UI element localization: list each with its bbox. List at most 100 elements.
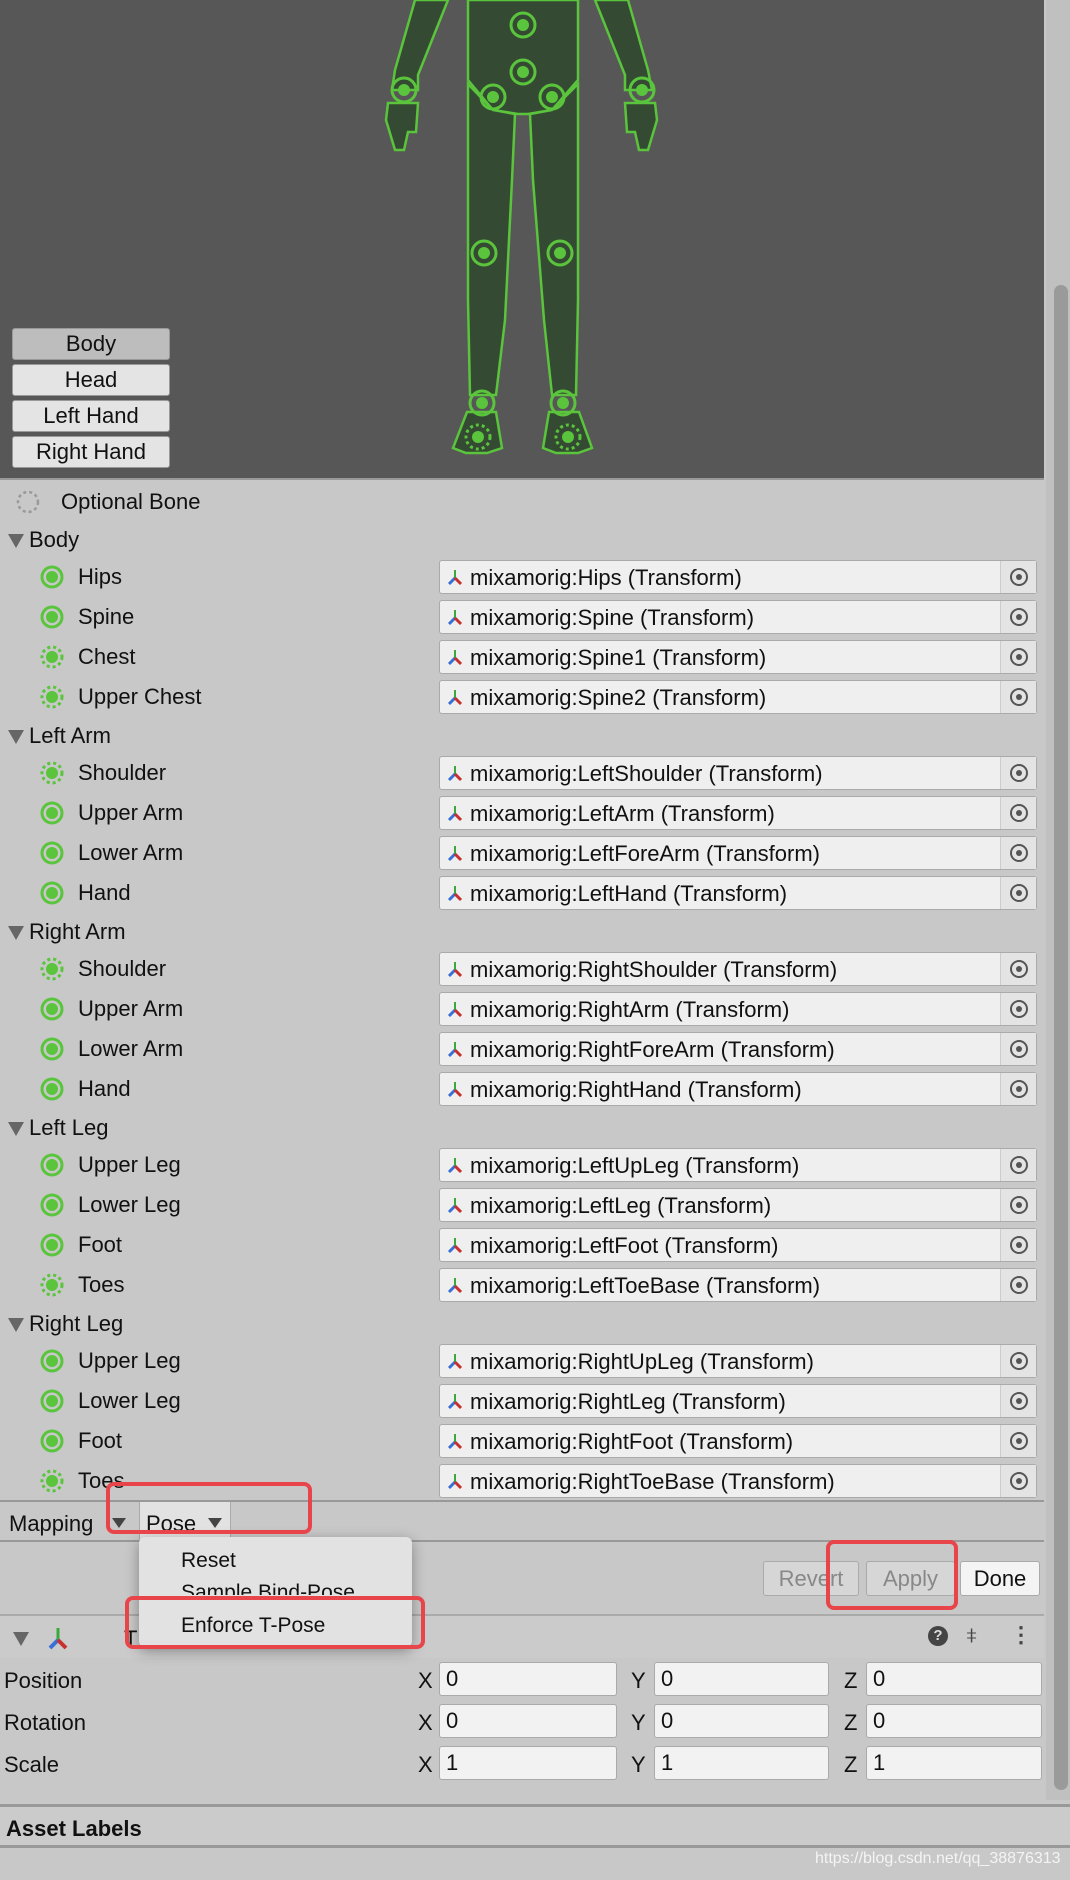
object-picker-icon[interactable] [1000,601,1036,633]
object-picker-icon[interactable] [1000,1229,1036,1261]
object-picker-icon[interactable] [1000,993,1036,1025]
position-z-input[interactable]: 0 [866,1662,1042,1696]
axis-label[interactable]: Y [631,1668,646,1694]
position-y-input[interactable]: 0 [654,1662,829,1696]
required-bone-icon[interactable] [40,1429,64,1453]
foldout-triangle-icon[interactable] [8,730,24,744]
foldout-triangle-icon[interactable] [13,1632,29,1646]
scale-x-input[interactable]: 1 [439,1746,617,1780]
bone-transform-field[interactable]: mixamorig:LeftFoot (Transform) [439,1228,1037,1262]
done-button[interactable]: Done [960,1561,1040,1596]
required-bone-icon[interactable] [40,1077,64,1101]
bone-transform-field[interactable]: mixamorig:LeftUpLeg (Transform) [439,1148,1037,1182]
view-button-body[interactable]: Body [12,328,170,360]
bone-transform-field[interactable]: mixamorig:LeftToeBase (Transform) [439,1268,1037,1302]
foldout-triangle-icon[interactable] [8,1122,24,1136]
required-bone-icon[interactable] [40,1233,64,1257]
foldout-triangle-icon[interactable] [8,534,24,548]
required-bone-icon[interactable] [40,1389,64,1413]
position-x-input[interactable]: 0 [439,1662,617,1696]
view-button-head[interactable]: Head [12,364,170,396]
required-bone-icon[interactable] [40,1349,64,1373]
foldout-triangle-icon[interactable] [8,1318,24,1332]
required-bone-icon[interactable] [40,1037,64,1061]
view-button-right-hand[interactable]: Right Hand [12,436,170,468]
object-picker-icon[interactable] [1000,757,1036,789]
axis-label[interactable]: X [418,1752,433,1778]
scrollbar-thumb[interactable] [1054,285,1068,1790]
presets-icon[interactable]: ⧧ [966,1622,977,1648]
bone-transform-field[interactable]: mixamorig:Spine (Transform) [439,600,1037,634]
foldout-triangle-icon[interactable] [8,926,24,940]
object-picker-icon[interactable] [1000,561,1036,593]
rotation-x-input[interactable]: 0 [439,1704,617,1738]
group-right-arm[interactable]: Right Arm [0,913,1044,951]
object-picker-icon[interactable] [1000,837,1036,869]
optional-bone-icon[interactable] [40,1273,64,1297]
rotation-y-input[interactable]: 0 [654,1704,829,1738]
object-picker-icon[interactable] [1000,797,1036,829]
menu-item-reset[interactable]: Reset [181,1549,236,1573]
axis-label[interactable]: Y [631,1710,646,1736]
axis-label[interactable]: Z [844,1710,857,1736]
object-picker-icon[interactable] [1000,1425,1036,1457]
bone-transform-field[interactable]: mixamorig:RightForeArm (Transform) [439,1032,1037,1066]
required-bone-icon[interactable] [40,565,64,589]
optional-bone-icon[interactable] [40,957,64,981]
bone-transform-field[interactable]: mixamorig:Spine1 (Transform) [439,640,1037,674]
bone-transform-field[interactable]: mixamorig:RightToeBase (Transform) [439,1464,1037,1498]
required-bone-icon[interactable] [40,801,64,825]
bone-transform-field[interactable]: mixamorig:Spine2 (Transform) [439,680,1037,714]
optional-bone-icon[interactable] [40,1469,64,1493]
object-picker-icon[interactable] [1000,877,1036,909]
group-left-leg[interactable]: Left Leg [0,1109,1044,1147]
required-bone-icon[interactable] [40,997,64,1021]
object-picker-icon[interactable] [1000,681,1036,713]
bone-transform-field[interactable]: mixamorig:LeftForeArm (Transform) [439,836,1037,870]
axis-label[interactable]: Y [631,1752,646,1778]
bone-transform-field[interactable]: mixamorig:RightFoot (Transform) [439,1424,1037,1458]
bone-transform-field[interactable]: mixamorig:LeftShoulder (Transform) [439,756,1037,790]
bone-transform-field[interactable]: mixamorig:LeftHand (Transform) [439,876,1037,910]
required-bone-icon[interactable] [40,841,64,865]
axis-label[interactable]: Z [844,1752,857,1778]
axis-label[interactable]: Z [844,1668,857,1694]
object-picker-icon[interactable] [1000,1269,1036,1301]
bone-transform-field[interactable]: mixamorig:RightHand (Transform) [439,1072,1037,1106]
group-body[interactable]: Body [0,521,1044,559]
scale-z-input[interactable]: 1 [866,1746,1042,1780]
optional-bone-icon[interactable] [40,645,64,669]
bone-transform-field[interactable]: mixamorig:LeftLeg (Transform) [439,1188,1037,1222]
bone-transform-field[interactable]: mixamorig:RightArm (Transform) [439,992,1037,1026]
object-picker-icon[interactable] [1000,953,1036,985]
scale-y-input[interactable]: 1 [654,1746,829,1780]
bone-transform-field[interactable]: mixamorig:RightShoulder (Transform) [439,952,1037,986]
asset-labels-bar[interactable]: Asset Labels [0,1804,1070,1848]
axis-label[interactable]: X [418,1710,433,1736]
object-picker-icon[interactable] [1000,1073,1036,1105]
object-picker-icon[interactable] [1000,1149,1036,1181]
object-picker-icon[interactable] [1000,1385,1036,1417]
mapping-dropdown[interactable]: Mapping [9,1511,93,1537]
required-bone-icon[interactable] [40,881,64,905]
rotation-z-input[interactable]: 0 [866,1704,1042,1738]
required-bone-icon[interactable] [40,605,64,629]
axis-label[interactable]: X [418,1668,433,1694]
group-left-arm[interactable]: Left Arm [0,717,1044,755]
optional-bone-icon[interactable] [40,761,64,785]
object-picker-icon[interactable] [1000,1465,1036,1497]
group-right-leg[interactable]: Right Leg [0,1305,1044,1343]
bone-transform-field[interactable]: mixamorig:LeftArm (Transform) [439,796,1037,830]
required-bone-icon[interactable] [40,1193,64,1217]
help-icon[interactable]: ? [928,1626,948,1646]
more-options-icon[interactable]: ⋮ [1010,1622,1032,1648]
bone-transform-field[interactable]: mixamorig:Hips (Transform) [439,560,1037,594]
object-picker-icon[interactable] [1000,1189,1036,1221]
optional-bone-icon[interactable] [40,685,64,709]
required-bone-icon[interactable] [40,1153,64,1177]
view-button-left-hand[interactable]: Left Hand [12,400,170,432]
object-picker-icon[interactable] [1000,641,1036,673]
menu-item-sample-bind-pose[interactable]: Sample Bind-Pose [181,1581,355,1595]
bone-transform-field[interactable]: mixamorig:RightLeg (Transform) [439,1384,1037,1418]
object-picker-icon[interactable] [1000,1033,1036,1065]
